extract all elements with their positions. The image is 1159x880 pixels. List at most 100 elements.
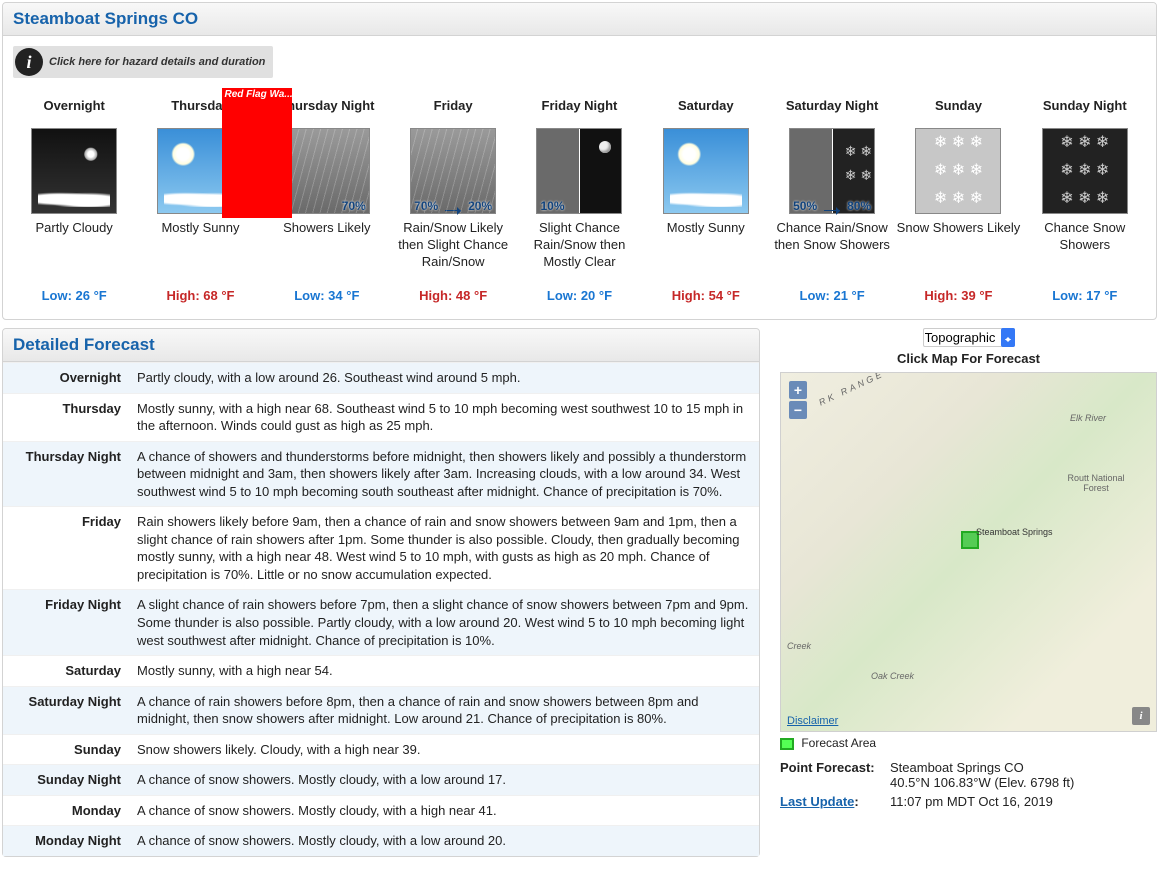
forecast-tombstone[interactable]: Sunday Snow Showers Likely High: 39 °F [896, 88, 1020, 303]
short-forecast: Mostly Sunny [138, 218, 262, 282]
forecast-tombstone[interactable]: Sunday Night Chance Snow Showers Low: 17 °… [1023, 88, 1147, 303]
forecast-icon: 70% [284, 128, 370, 214]
pop-label: 70% [341, 199, 367, 213]
zoom-in-button[interactable]: + [789, 381, 807, 399]
map-town-label: Steamboat Springs [976, 527, 1053, 537]
map-creek2-label: Oak Creek [871, 671, 914, 681]
period-temp: High: 39 °F [896, 288, 1020, 303]
short-forecast: Partly Cloudy [12, 218, 136, 282]
disclaimer-link[interactable]: Disclaimer [787, 715, 838, 727]
detail-period: Saturday [3, 656, 129, 687]
short-forecast: Rain/Snow Likely then Slight Chance Rain… [391, 218, 515, 282]
period-name: Sunday [896, 88, 1020, 124]
period-temp: Low: 20 °F [517, 288, 641, 303]
detail-period: Sunday Night [3, 765, 129, 796]
forecast-tombstone[interactable]: Friday70%20%Rain/Snow Likely then Slight… [391, 88, 515, 303]
click-map-label: Click Map For Forecast [780, 351, 1157, 366]
detail-row: Saturday NightA chance of rain showers b… [3, 686, 759, 734]
point-forecast-label: Point Forecast: [780, 760, 890, 790]
forecast-map[interactable]: + − RK RANGE Elk River Routt National Fo… [780, 372, 1157, 732]
forecast-area-label: Forecast Area [801, 736, 876, 750]
zoom-out-button[interactable]: − [789, 401, 807, 419]
short-forecast: Mostly Sunny [644, 218, 768, 282]
detail-period: Thursday [3, 393, 129, 441]
forecast-tombstone[interactable]: Saturday Night 50%80%Chance Rain/Snow the… [770, 88, 894, 303]
forecast-icon: 50%80% [789, 128, 875, 214]
point-forecast-value: Steamboat Springs CO 40.5°N 106.83°W (El… [890, 760, 1074, 790]
hazard-text: Click here for hazard details and durati… [49, 56, 265, 68]
detail-text: A chance of snow showers. Mostly cloudy,… [129, 826, 759, 856]
last-update-link[interactable]: Last Update [780, 794, 854, 809]
map-controls: Topographic Click Map For Forecast [780, 328, 1157, 366]
detail-row: OvernightPartly cloudy, with a low aroun… [3, 363, 759, 394]
short-forecast: Chance Rain/Snow then Snow Showers [770, 218, 894, 282]
map-info-button[interactable]: i [1132, 707, 1150, 725]
detail-row: Monday NightA chance of snow showers. Mo… [3, 826, 759, 856]
map-forest-label: Routt National Forest [1066, 473, 1126, 493]
pop-label: 70% [413, 199, 439, 213]
seven-day-panel: Steamboat Springs CO i Click here for ha… [2, 2, 1157, 320]
forecast-icon [31, 128, 117, 214]
detail-row: Sunday NightA chance of snow showers. Mo… [3, 765, 759, 796]
pop-label: 10% [539, 199, 565, 213]
point-forecast-meta: Point Forecast: Steamboat Springs CO 40.… [780, 760, 1157, 809]
detailed-forecast-table: OvernightPartly cloudy, with a low aroun… [3, 362, 759, 856]
period-temp: Low: 26 °F [12, 288, 136, 303]
forecast-icon [663, 128, 749, 214]
short-forecast: Slight Chance Rain/Snow then Mostly Clea… [517, 218, 641, 282]
period-temp: Low: 34 °F [265, 288, 389, 303]
detail-row: FridayRain showers likely before 9am, th… [3, 507, 759, 590]
info-icon: i [15, 48, 43, 76]
detail-period: Saturday Night [3, 686, 129, 734]
hazard-details-link[interactable]: i Click here for hazard details and dura… [13, 46, 273, 78]
forecast-icon [915, 128, 1001, 214]
period-name: Sunday Night [1023, 88, 1147, 124]
detail-text: Mostly sunny, with a high near 54. [129, 656, 759, 687]
forecast-tombstone[interactable]: Friday Night 10% Slight Chance Rain/Snow t… [517, 88, 641, 303]
forecast-tombstone[interactable]: Saturday Mostly Sunny High: 54 °F [644, 88, 768, 303]
period-name: Saturday [644, 88, 768, 124]
period-temp: Low: 17 °F [1023, 288, 1147, 303]
forecast-area-legend: Forecast Area [780, 736, 1157, 750]
period-temp: High: 68 °F [138, 288, 262, 303]
detail-period: Friday Night [3, 590, 129, 656]
detail-row: SaturdayMostly sunny, with a high near 5… [3, 656, 759, 687]
detail-row: ThursdayMostly sunny, with a high near 6… [3, 393, 759, 441]
detail-period: Thursday Night [3, 441, 129, 507]
period-temp: High: 54 °F [644, 288, 768, 303]
detail-row: MondayA chance of snow showers. Mostly c… [3, 795, 759, 826]
detail-text: A chance of rain showers before 8pm, the… [129, 686, 759, 734]
detailed-forecast-title: Detailed Forecast [3, 329, 759, 362]
detail-row: SundaySnow showers likely. Cloudy, with … [3, 734, 759, 765]
detail-text: A chance of snow showers. Mostly cloudy,… [129, 765, 759, 796]
detail-period: Overnight [3, 363, 129, 394]
detail-text: Partly cloudy, with a low around 26. Sou… [129, 363, 759, 394]
detailed-forecast-panel: Detailed Forecast OvernightPartly cloudy… [2, 328, 760, 857]
period-temp: Low: 21 °F [770, 288, 894, 303]
last-update-value: 11:07 pm MDT Oct 16, 2019 [890, 794, 1053, 809]
map-creek1-label: Creek [787, 641, 811, 651]
forecast-tombstone-row: OvernightPartly CloudyLow: 26 °FRed Flag… [3, 88, 1156, 319]
period-name: Overnight [12, 88, 136, 124]
forecast-tombstone[interactable]: Overnight Partly Cloudy Low: 26 °F [12, 88, 136, 303]
detail-row: Thursday NightA chance of showers and th… [3, 441, 759, 507]
detail-period: Friday [3, 507, 129, 590]
detail-period: Sunday [3, 734, 129, 765]
short-forecast: Chance Snow Showers [1023, 218, 1147, 282]
detail-text: Mostly sunny, with a high near 68. South… [129, 393, 759, 441]
map-river-label: Elk River [1070, 413, 1106, 423]
red-flag-warning[interactable]: Red Flag Wa... [222, 88, 292, 218]
short-forecast: Snow Showers Likely [896, 218, 1020, 282]
pop-label: 20% [467, 199, 493, 213]
detail-text: A chance of showers and thunderstorms be… [129, 441, 759, 507]
period-name: Friday Night [517, 88, 641, 124]
basemap-select[interactable]: Topographic [923, 328, 1015, 347]
forecast-icon: 70% 20% [410, 128, 496, 214]
forecast-icon: 10% [536, 128, 622, 214]
detail-period: Monday Night [3, 826, 129, 856]
forecast-tombstone[interactable]: Red Flag Wa...ThursdayMostly SunnyHigh: … [138, 88, 262, 303]
forecast-area-swatch [780, 738, 794, 750]
forecast-icon [1042, 128, 1128, 214]
period-name: Saturday Night [770, 88, 894, 124]
pop-label: 50% [792, 199, 818, 213]
